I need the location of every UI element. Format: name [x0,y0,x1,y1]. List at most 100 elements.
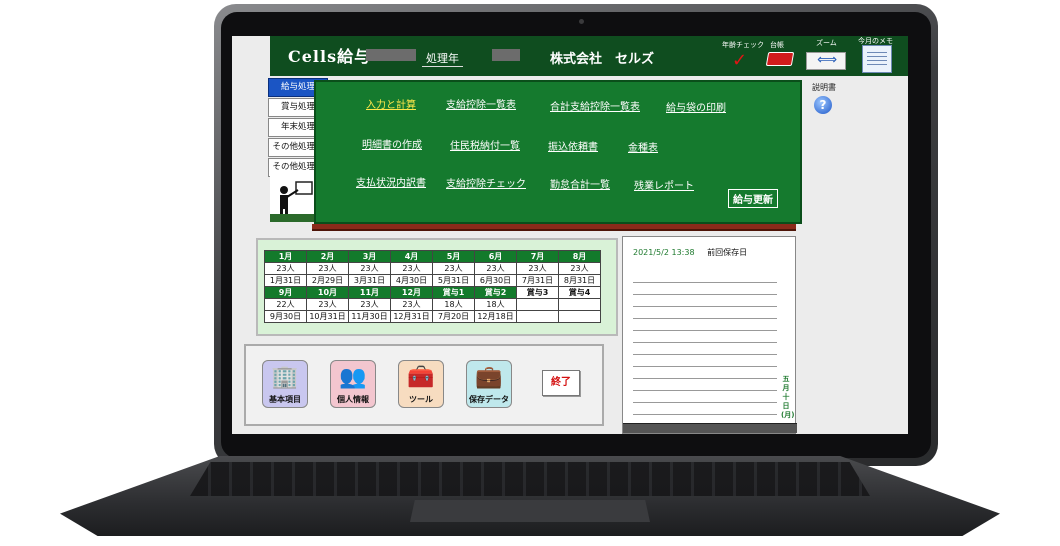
month-header[interactable]: 8月 [558,250,601,263]
memo-vertical-char: 月 [782,384,790,392]
month-header[interactable]: 9月 [264,286,307,299]
pay-date: 7月20日 [432,310,475,323]
month-header[interactable]: 2月 [306,250,349,263]
denomination-table-link[interactable]: 金種表 [628,139,658,154]
laptop-mockup: Cells給与 処理年 株式会社 セルズ 年齢チェック ✓ 台帳 ズーム 今月の… [0,0,1060,546]
help-label: 説明書 [812,83,836,92]
age-check-icon[interactable]: ✓ [732,50,747,71]
pay-date [558,310,601,323]
memo-header: 2021/5/2 13:38 前回保存日 [633,247,747,258]
memo-vertical-char: (月) [781,411,795,419]
personal-info-button[interactable]: 👥 個人情報 [330,360,376,408]
month-header[interactable]: 1月 [264,250,307,263]
zoom-label: ズーム [816,39,837,47]
memo-saved-label: 前回保存日 [707,248,748,257]
month-header[interactable]: 6月 [474,250,517,263]
month-header[interactable]: 12月 [390,286,433,299]
month-header[interactable]: 11月 [348,286,391,299]
employee-count: 23人 [474,262,517,275]
attendance-total-list-link[interactable]: 勤怠合計一覧 [550,176,610,191]
employee-count [516,298,559,311]
month-header[interactable]: 3月 [348,250,391,263]
help-question-icon[interactable]: ? [814,96,832,114]
saved-data-label: 保存データ [469,395,509,404]
year-label: 処理年 [422,50,463,67]
redacted-value [492,49,520,61]
tools-icon: 🧰 [407,365,435,390]
month-header[interactable]: 10月 [306,286,349,299]
employee-count: 23人 [432,262,475,275]
payment-status-breakdown-link[interactable]: 支払状況内訳書 [356,174,426,189]
pay-envelope-print-link[interactable]: 給与袋の印刷 [666,99,726,114]
header-bar: Cells給与 処理年 株式会社 セルズ 年齢チェック ✓ 台帳 ズーム 今月の… [270,36,908,76]
app-screen: Cells給与 処理年 株式会社 セルズ 年齢チェック ✓ 台帳 ズーム 今月の… [232,36,908,434]
briefcase-key-icon: 💼 [475,365,503,390]
basic-items-label: 基本項目 [269,395,301,404]
memo-vertical-char: 十 [782,393,790,401]
pay-date: 9月30日 [264,310,307,323]
bonus-header[interactable]: 賞与3 [516,286,559,299]
salary-update-button[interactable]: 給与更新 [728,189,778,208]
pay-date: 8月31日 [558,274,601,287]
board-chalk-rail [312,224,796,231]
pay-date: 3月31日 [348,274,391,287]
payslip-create-link[interactable]: 明細書の作成 [362,136,422,151]
employee-count: 23人 [264,262,307,275]
resident-tax-list-link[interactable]: 住民税納付一覧 [450,137,520,152]
webcam-icon [579,19,584,24]
pay-date: 1月31日 [264,274,307,287]
saved-data-button[interactable]: 💼 保存データ [466,360,512,408]
overtime-report-link[interactable]: 残業レポート [634,177,694,192]
pay-date: 12月31日 [390,310,433,323]
memo-vertical-char: 日 [782,402,790,410]
payment-deduction-check-link[interactable]: 支給控除チェック [446,175,526,190]
tools-label: ツール [409,395,433,404]
month-memo-icon[interactable] [862,45,892,73]
app-title: Cells給与 [288,47,372,66]
bonus-header[interactable]: 賞与2 [474,286,517,299]
employee-count: 23人 [390,262,433,275]
pay-date: 5月31日 [432,274,475,287]
bonus-header[interactable]: 賞与1 [432,286,475,299]
laptop-trackpad [410,500,650,522]
pay-date: 2月29日 [306,274,349,287]
employee-count: 18人 [474,298,517,311]
zoom-icon[interactable] [806,52,846,70]
month-status-panel: 1月 2月 3月 4月 5月 6月 7月 8月 23人 23人 23人 23人 … [256,238,618,336]
payment-deduction-list-link[interactable]: 支給控除一覧表 [446,96,516,111]
memo-vertical-char: 五 [782,375,790,383]
pay-date: 10月31日 [306,310,349,323]
employee-count: 23人 [348,298,391,311]
tools-button[interactable]: 🧰 ツール [398,360,444,408]
ledger-label: 台帳 [770,41,784,49]
pay-date: 12月18日 [474,310,517,323]
memo-vertical-date: 五 月 十 日 (月) [781,375,795,420]
bonus-header[interactable]: 賞与4 [558,286,601,299]
personal-info-label: 個人情報 [337,395,369,404]
salary-menu-board: 入力と計算 支給控除一覧表 合計支給控除一覧表 給与袋の印刷 明細書の作成 住民… [314,80,802,224]
bottom-button-panel: 🏢 基本項目 👥 個人情報 🧰 ツール 💼 保存データ 終了 [244,344,604,426]
memo-ruled-lines[interactable] [633,271,777,421]
ledger-book-icon[interactable] [765,52,795,66]
employee-count: 23人 [516,262,559,275]
people-icon: 👥 [339,365,367,390]
redacted-year [366,49,416,61]
transfer-request-link[interactable]: 振込依頼書 [548,138,598,153]
memo-saved-date: 2021/5/2 13:38 [633,248,695,257]
month-header[interactable]: 5月 [432,250,475,263]
company-name: 株式会社 セルズ [550,52,655,67]
pay-date [516,310,559,323]
exit-button[interactable]: 終了 [542,370,580,396]
basic-items-button[interactable]: 🏢 基本項目 [262,360,308,408]
month-header[interactable]: 7月 [516,250,559,263]
total-payment-deduction-list-link[interactable]: 合計支給控除一覧表 [550,98,640,113]
pay-date: 7月31日 [516,274,559,287]
input-calc-link[interactable]: 入力と計算 [366,96,416,111]
memo-pad[interactable]: 2021/5/2 13:38 前回保存日 五 月 十 日 (月) [622,236,797,434]
presenter-icon [270,176,316,222]
employee-count: 22人 [264,298,307,311]
pay-date: 11月30日 [348,310,391,323]
pay-date: 6月30日 [474,274,517,287]
month-header[interactable]: 4月 [390,250,433,263]
age-check-label: 年齢チェック [722,41,764,49]
